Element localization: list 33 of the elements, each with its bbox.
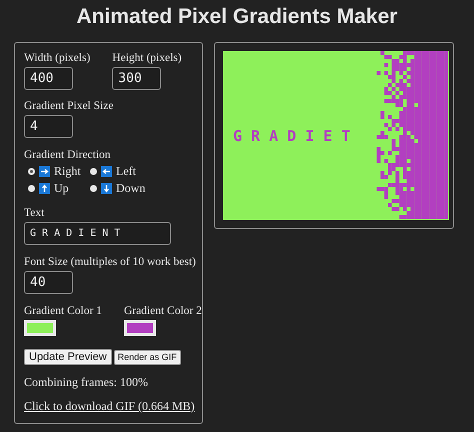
radio-button[interactable] <box>28 185 35 192</box>
width-field[interactable]: 400 <box>24 67 73 90</box>
option-label: Up <box>54 181 69 196</box>
option-label: Right <box>54 164 81 179</box>
option-label: Left <box>116 164 136 179</box>
field-label: Width (pixels) <box>24 51 90 65</box>
pixel-size-field[interactable]: 4 <box>24 115 73 138</box>
radio-button[interactable] <box>90 185 97 192</box>
arrow-icon <box>101 183 112 194</box>
field-label: Gradient Color 1 <box>24 304 102 318</box>
radio-button[interactable] <box>90 168 97 175</box>
color-swatch[interactable] <box>124 320 156 336</box>
arrow-icon <box>39 166 50 177</box>
font-size-field[interactable]: 40 <box>24 271 73 294</box>
arrow-icon <box>39 183 50 194</box>
page-title: Animated Pixel Gradients Maker <box>76 4 398 30</box>
text-field[interactable]: G R A D I E N T <box>24 222 171 245</box>
render-button[interactable]: Render as GIF <box>114 350 181 364</box>
preview-text: G R A D I E T <box>233 127 350 145</box>
field-label: Gradient Direction <box>24 148 111 162</box>
color-swatch[interactable] <box>24 320 56 336</box>
height-field[interactable]: 300 <box>112 67 162 90</box>
field-label: Font Size (multiples of 10 work best) <box>24 255 196 269</box>
download-link[interactable]: Click to download GIF (0.664 MB) <box>24 399 195 413</box>
update-button[interactable]: Update Preview <box>24 349 112 365</box>
field-label: Height (pixels) <box>112 51 182 65</box>
status-text: Combining frames: 100% <box>24 375 149 389</box>
option-label: Down <box>116 181 146 196</box>
radio-button[interactable] <box>28 168 35 175</box>
field-label: Text <box>24 206 44 220</box>
field-label: Gradient Pixel Size <box>24 99 114 113</box>
field-label: Gradient Color 2 <box>124 304 202 318</box>
arrow-icon <box>101 166 112 177</box>
